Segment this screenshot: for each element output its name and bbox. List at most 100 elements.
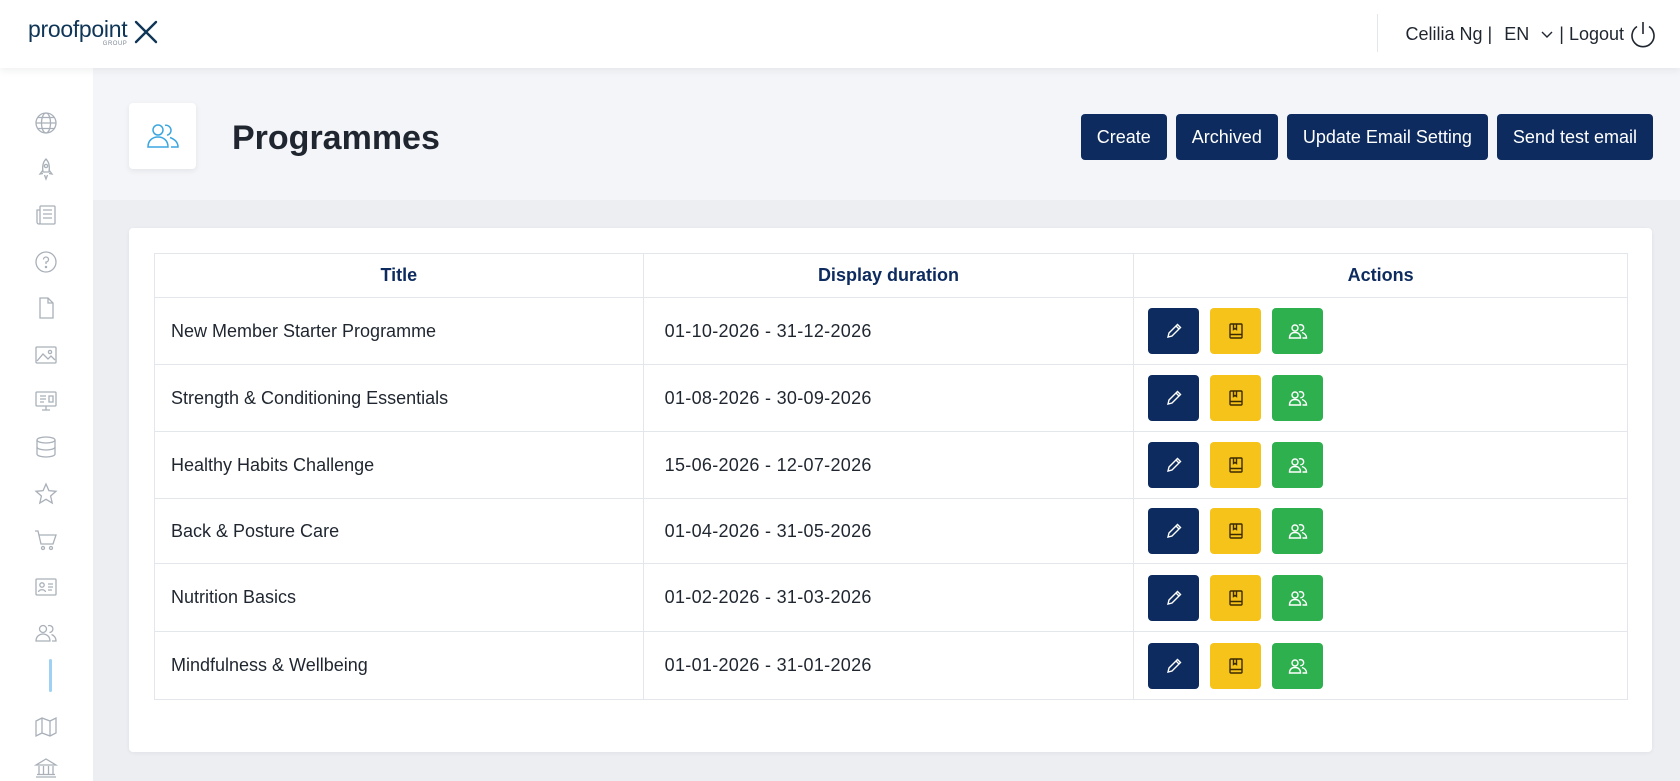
sidebar-item-presentation[interactable] (33, 388, 59, 414)
programmes-card: Title Display duration Actions New Membe… (129, 228, 1652, 752)
users-icon (1288, 458, 1307, 473)
user-area: Celilia Ng | EN | Logout (1406, 0, 1658, 68)
logout-button[interactable]: | Logout (1559, 19, 1658, 49)
content-button[interactable] (1210, 375, 1262, 421)
page-title: Programmes (232, 119, 440, 157)
sidebar-item-globe[interactable] (33, 110, 59, 136)
participants-button[interactable] (1272, 508, 1324, 554)
programme-duration: 01-01-2026 - 31-01-2026 (642, 631, 1135, 700)
rocket-icon (38, 158, 54, 181)
sidebar-item-document[interactable] (33, 295, 59, 321)
edit-button[interactable] (1148, 642, 1200, 689)
pencil-icon (1166, 523, 1182, 538)
star-icon (34, 482, 58, 505)
close-x-icon (135, 20, 158, 44)
edit-button[interactable] (1148, 308, 1200, 354)
participants-button[interactable] (1272, 308, 1324, 354)
sidebar-item-map[interactable] (33, 714, 59, 740)
page-icon-card (129, 103, 196, 169)
column-header-duration[interactable]: Display duration (642, 253, 1135, 298)
sidebar (0, 68, 93, 781)
pencil-icon (1166, 323, 1182, 338)
content-button[interactable] (1210, 574, 1262, 621)
sidebar-active-indicator (49, 659, 52, 692)
pencil-icon (1166, 457, 1182, 472)
book-icon (1229, 657, 1243, 674)
create-button[interactable]: Create (1080, 114, 1167, 160)
presentation-icon (35, 391, 57, 411)
programme-actions (1133, 498, 1628, 564)
globe-icon (35, 112, 57, 134)
sidebar-item-cart[interactable] (33, 527, 59, 553)
id-card-icon (35, 578, 57, 596)
brand-logo[interactable]: proofpoint GROUP (28, 16, 159, 47)
sidebar-item-star[interactable] (33, 481, 59, 507)
newspaper-icon (36, 205, 56, 225)
sidebar-item-contacts[interactable] (33, 574, 59, 600)
power-icon (1631, 22, 1655, 48)
table-row: Mindfulness & Wellbeing 01-01-2026 - 31-… (154, 631, 1628, 700)
users-icon (1288, 391, 1307, 406)
image-icon (35, 346, 57, 364)
database-icon (36, 436, 56, 458)
users-icon (1288, 324, 1307, 339)
edit-button[interactable] (1148, 375, 1200, 421)
user-name: Celilia Ng | (1405, 23, 1493, 44)
map-icon (35, 716, 57, 738)
programme-duration: 01-08-2026 - 30-09-2026 (642, 364, 1135, 432)
pencil-icon (1166, 590, 1182, 605)
programme-title: Back & Posture Care (154, 498, 644, 564)
programmes-table: Title Display duration Actions New Membe… (154, 253, 1628, 700)
pencil-icon (1166, 658, 1182, 673)
programme-title: New Member Starter Programme (154, 297, 644, 365)
update-email-setting-button[interactable]: Update Email Setting (1286, 114, 1488, 160)
send-test-email-button[interactable]: Send test email (1496, 114, 1653, 160)
programme-title: Nutrition Basics (154, 563, 644, 632)
programme-actions (1133, 431, 1628, 499)
content-button[interactable] (1210, 642, 1262, 689)
book-icon (1229, 390, 1243, 406)
sidebar-item-database[interactable] (33, 434, 59, 460)
header-divider (1377, 14, 1378, 52)
participants-button[interactable] (1272, 574, 1324, 621)
table-row: Back & Posture Care 01-04-2026 - 31-05-2… (154, 498, 1628, 564)
sidebar-item-programmes[interactable] (33, 620, 59, 646)
programme-actions (1133, 364, 1628, 432)
sidebar-item-help[interactable] (33, 249, 59, 275)
table-header-row: Title Display duration Actions (154, 253, 1628, 298)
participants-button[interactable] (1272, 442, 1324, 488)
column-header-title[interactable]: Title (154, 253, 644, 298)
logout-label: | Logout (1559, 23, 1624, 44)
content-button[interactable] (1210, 442, 1262, 488)
sidebar-item-bank[interactable] (33, 755, 59, 781)
users-icon (35, 624, 57, 642)
users-icon (1288, 658, 1307, 674)
programme-duration: 01-04-2026 - 31-05-2026 (642, 498, 1135, 564)
edit-button[interactable] (1148, 442, 1200, 488)
participants-button[interactable] (1272, 642, 1324, 689)
programme-actions (1133, 563, 1628, 632)
chevron-down-icon (1541, 31, 1553, 38)
content-button[interactable] (1210, 508, 1262, 554)
archived-button[interactable]: Archived (1175, 114, 1278, 160)
book-icon (1229, 457, 1243, 473)
programme-duration: 01-02-2026 - 31-03-2026 (642, 563, 1135, 632)
programme-title: Healthy Habits Challenge (154, 431, 644, 499)
document-icon (39, 297, 54, 319)
brand-name: proofpoint (28, 16, 128, 42)
language-select[interactable]: EN (1504, 24, 1553, 45)
sidebar-item-image[interactable] (33, 342, 59, 368)
content-button[interactable] (1210, 308, 1262, 354)
participants-button[interactable] (1272, 375, 1324, 421)
sidebar-item-news[interactable] (33, 202, 59, 228)
table-row: Strength & Conditioning Essentials 01-08… (154, 364, 1628, 432)
edit-button[interactable] (1148, 508, 1200, 554)
column-header-actions: Actions (1133, 253, 1628, 298)
edit-button[interactable] (1148, 574, 1200, 621)
users-icon (146, 124, 179, 148)
book-icon (1229, 523, 1243, 539)
programme-title: Mindfulness & Wellbeing (154, 631, 644, 700)
cart-icon (35, 530, 57, 551)
users-icon (1288, 590, 1307, 606)
sidebar-item-rocket[interactable] (33, 156, 59, 182)
